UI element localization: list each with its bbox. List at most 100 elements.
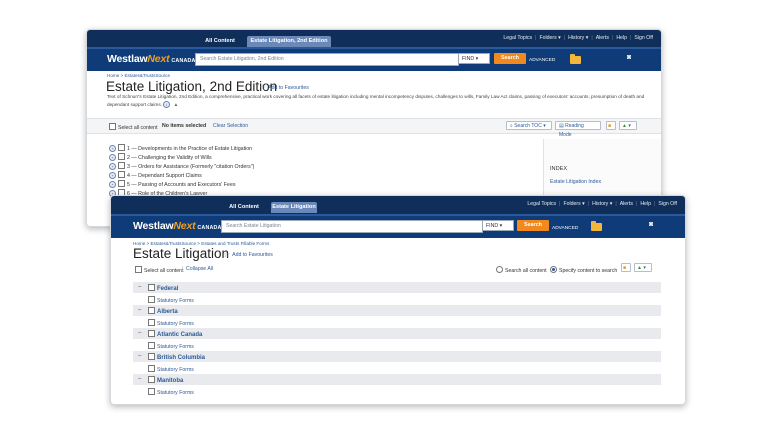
- toc-item-4[interactable]: +4 — Dependant Support Claims: [109, 171, 202, 179]
- toolbar: Select all content No items selected Cle…: [87, 118, 661, 138]
- statutory-forms-bc[interactable]: Statutory Forms: [148, 365, 194, 373]
- chevron-down-icon: ▾: [628, 123, 631, 129]
- link-legal-topics[interactable]: Legal Topics: [527, 201, 556, 207]
- estate-litigation-index-link[interactable]: Estate Litigation Index: [550, 179, 601, 185]
- select-all-checkbox[interactable]: Select all content: [109, 123, 158, 131]
- search-input[interactable]: Search Estate Litigation: [221, 220, 483, 233]
- link-history[interactable]: History ▾: [568, 35, 588, 41]
- book-icon: ▤: [559, 123, 564, 129]
- select-all-checkbox[interactable]: Select all content: [135, 266, 184, 274]
- search-placeholder: Search Estate Litigation: [226, 223, 281, 229]
- star-icon: ☆: [223, 250, 231, 259]
- page-title: Estate Litigation, 2nd Edition: [106, 79, 278, 94]
- expand-icon[interactable]: +: [109, 163, 116, 170]
- link-folders[interactable]: Folders ▾: [563, 201, 584, 207]
- region-row-british-columbia[interactable]: – British Columbia: [133, 351, 661, 362]
- search-placeholder: Search Estate Litigation, 2nd Edition: [200, 56, 284, 62]
- link-sign-off[interactable]: Sign Off: [634, 35, 653, 41]
- top-bar: All Content Estate Litigation Legal Topi…: [111, 196, 685, 216]
- add-to-favourites[interactable]: ☆ Add to Favourites: [223, 250, 273, 259]
- clear-selection-link[interactable]: Clear Selection: [213, 123, 248, 129]
- region-name: Manitoba: [148, 376, 183, 384]
- toc-item-1[interactable]: +1 — Developments in the Practice of Est…: [109, 144, 252, 152]
- link-alerts[interactable]: Alerts: [596, 35, 609, 41]
- advanced-link[interactable]: ADVANCED: [529, 58, 555, 63]
- search-icon: ⌕: [510, 123, 513, 129]
- chevron-down-icon: ▾: [499, 223, 503, 229]
- link-help[interactable]: Help: [640, 201, 651, 207]
- region-name: Atlantic Canada: [148, 330, 202, 338]
- expand-icon[interactable]: +: [109, 154, 116, 161]
- region-name: Alberta: [148, 307, 178, 315]
- collapse-icon[interactable]: –: [138, 376, 141, 382]
- link-folders[interactable]: Folders ▾: [539, 35, 560, 41]
- expand-icon[interactable]: +: [109, 181, 116, 188]
- gamepad-icon[interactable]: ◙: [649, 221, 653, 228]
- specify-content-radio[interactable]: Specify content to search: [550, 266, 617, 274]
- collapse-icon[interactable]: –: [138, 284, 141, 290]
- search-all-content-radio[interactable]: Search all content: [496, 266, 547, 274]
- westlaw-logo[interactable]: WestlawNext CANADA: [107, 53, 196, 65]
- link-history[interactable]: History ▾: [592, 201, 612, 207]
- top-links: Legal Topics | Folders ▾ | History ▾ | Aler…: [503, 35, 653, 41]
- collapse-all-link[interactable]: Collapse All: [186, 266, 213, 272]
- region-name: Federal: [148, 284, 178, 292]
- triangle-up-icon[interactable]: ▲: [174, 102, 179, 107]
- collapse-icon[interactable]: –: [138, 307, 141, 313]
- folder-add-button[interactable]: ■: [606, 121, 616, 130]
- download-button[interactable]: ▲ ▾: [634, 263, 652, 272]
- download-button[interactable]: ▲ ▾: [619, 121, 637, 130]
- search-input[interactable]: Search Estate Litigation, 2nd Edition: [195, 53, 459, 66]
- statutory-forms-atlantic[interactable]: Statutory Forms: [148, 342, 194, 350]
- selection-count: No items selected: [162, 123, 207, 129]
- tab-all-content[interactable]: All Content: [199, 36, 241, 47]
- statutory-forms-manitoba[interactable]: Statutory Forms: [148, 388, 194, 396]
- find-dropdown[interactable]: FIND ▾: [482, 220, 514, 231]
- link-legal-topics[interactable]: Legal Topics: [503, 35, 532, 41]
- collapse-icon[interactable]: –: [138, 353, 141, 359]
- expand-icon[interactable]: +: [109, 172, 116, 179]
- star-icon: ☆: [259, 83, 267, 92]
- folder-icon[interactable]: [591, 221, 602, 231]
- find-dropdown[interactable]: FIND ▾: [458, 53, 490, 64]
- gamepad-icon[interactable]: ◙: [627, 54, 631, 61]
- collapse-icon[interactable]: –: [138, 330, 141, 336]
- toc-item-3[interactable]: +3 — Orders for Assistance (Formerly "ci…: [109, 162, 254, 170]
- search-button[interactable]: Search: [517, 220, 549, 231]
- download-icon: ▲: [637, 265, 642, 271]
- tab-estate-litigation-2nd[interactable]: Estate Litigation, 2nd Edition: [247, 36, 331, 47]
- link-help[interactable]: Help: [616, 35, 627, 41]
- index-label: INDEX: [550, 166, 568, 172]
- header-band: WestlawNext CANADA Search Estate Litigati…: [111, 214, 685, 238]
- toc-item-2[interactable]: +2 — Challenging the Validity of Wills: [109, 153, 212, 161]
- region-row-atlantic-canada[interactable]: – Atlantic Canada: [133, 328, 661, 339]
- breadcrumb[interactable]: Home > Estates&TrustsSource: [107, 73, 170, 78]
- chevron-down-icon: ▾: [643, 265, 646, 271]
- link-sign-off[interactable]: Sign Off: [658, 201, 677, 207]
- folder-add-button[interactable]: ■: [621, 263, 631, 272]
- link-alerts[interactable]: Alerts: [620, 201, 633, 207]
- window-estate-litigation-forms: All Content Estate Litigation Legal Topi…: [110, 195, 686, 405]
- chevron-down-icon: ▾: [475, 56, 479, 62]
- statutory-forms-federal[interactable]: Statutory Forms: [148, 296, 194, 304]
- tab-estate-litigation[interactable]: Estate Litigation: [271, 202, 317, 213]
- download-icon: ▲: [622, 123, 627, 129]
- add-to-favourites[interactable]: ☆ Add to Favourites: [259, 83, 309, 92]
- search-toc-button[interactable]: ⌕ Search TOC ▾: [506, 121, 552, 130]
- expand-icon[interactable]: +: [109, 145, 116, 152]
- description: Text of Schnurr's Estate Litigation, 2nd…: [107, 94, 645, 108]
- folder-plus-icon: ■: [608, 123, 612, 129]
- info-icon[interactable]: i: [163, 100, 171, 108]
- advanced-link[interactable]: ADVANCED: [552, 226, 578, 231]
- toc-item-5[interactable]: +5 — Passing of Accounts and Executors' …: [109, 180, 235, 188]
- region-row-manitoba[interactable]: – Manitoba: [133, 374, 661, 385]
- statutory-forms-alberta[interactable]: Statutory Forms: [148, 319, 194, 327]
- westlaw-logo[interactable]: WestlawNext CANADA: [133, 220, 222, 232]
- reading-mode-button[interactable]: ▤ Reading Mode: [555, 121, 601, 138]
- region-row-federal[interactable]: – Federal: [133, 282, 661, 293]
- region-row-alberta[interactable]: – Alberta: [133, 305, 661, 316]
- tab-all-content[interactable]: All Content: [223, 202, 265, 213]
- search-button[interactable]: Search: [494, 53, 526, 64]
- folder-icon[interactable]: [570, 54, 581, 64]
- folder-plus-icon: ■: [623, 265, 627, 271]
